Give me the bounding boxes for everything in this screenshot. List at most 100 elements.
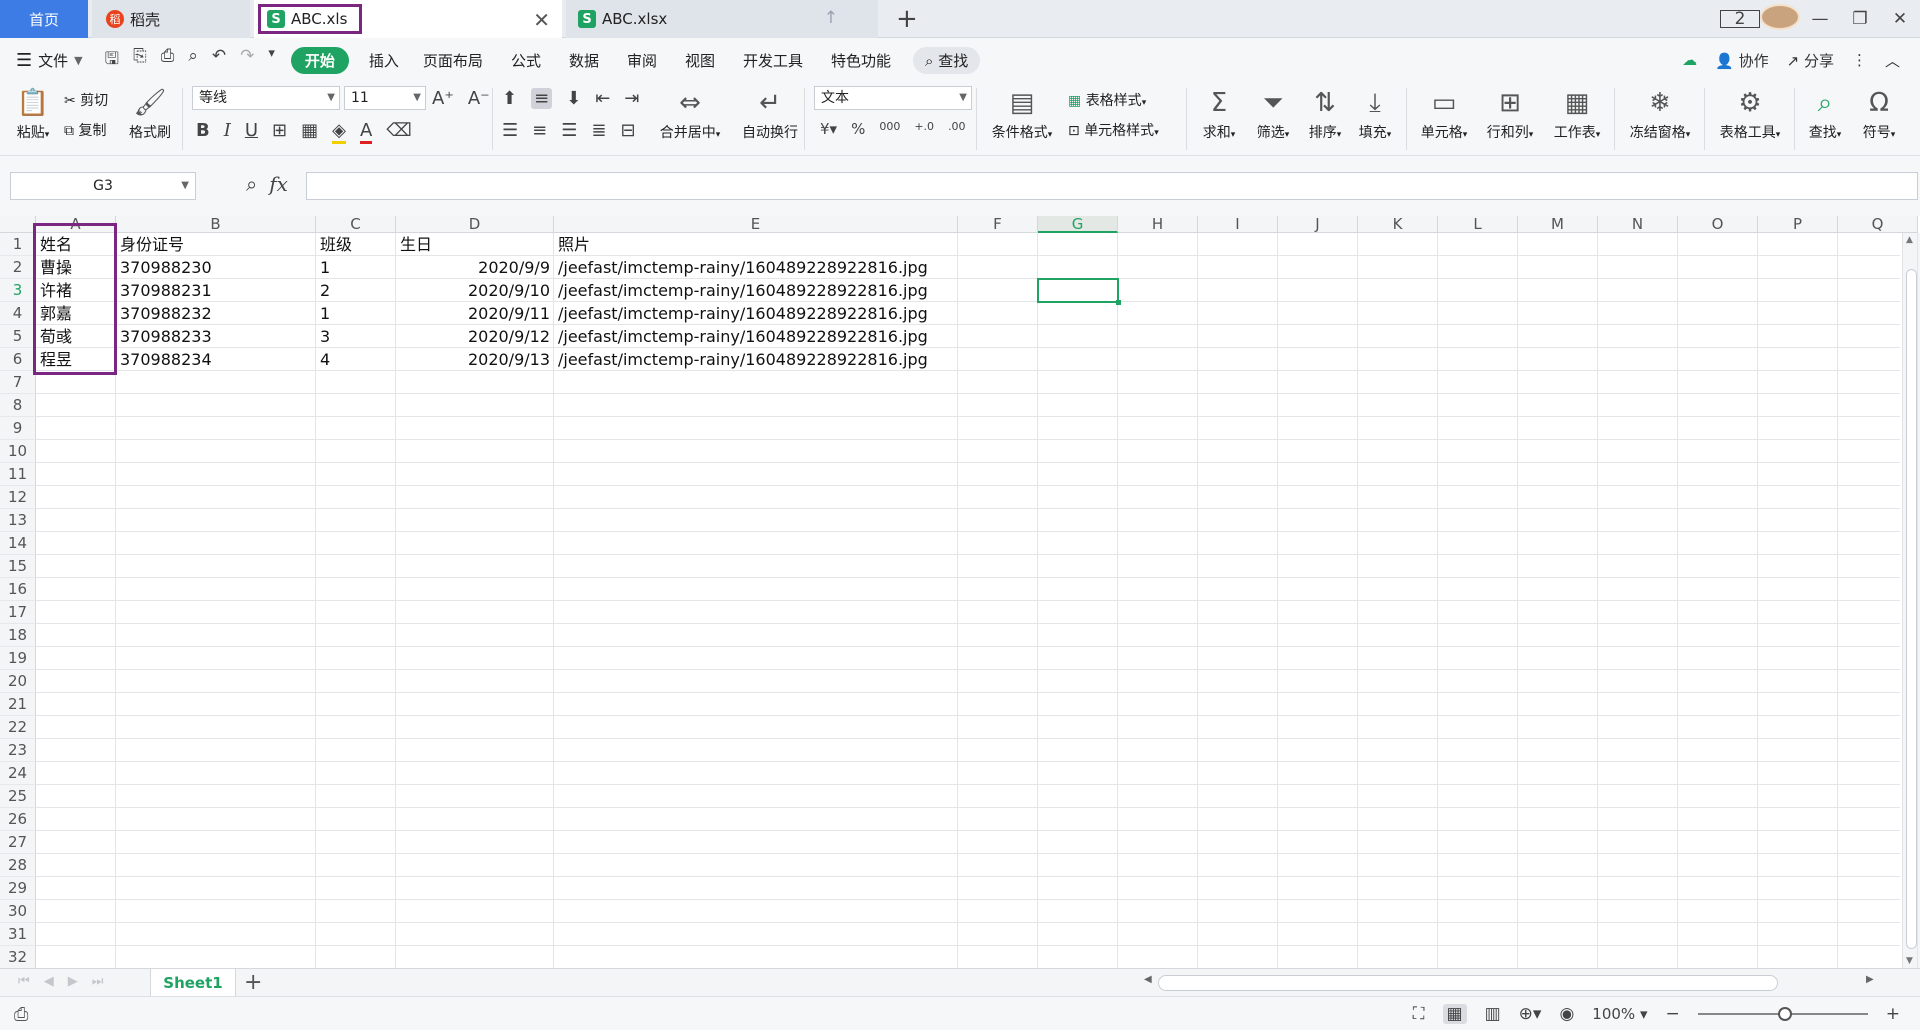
find-button[interactable]: ⌕ 查找▾ [1802,86,1848,142]
cell-c5[interactable]: 3 [316,325,396,348]
cell-c3[interactable]: 2 [316,279,396,302]
more-icon[interactable]: ⋮ [1852,51,1867,69]
fill-button[interactable]: ⤓ 填充▾ [1352,86,1398,142]
decrease-decimal-icon[interactable]: .00 [948,120,966,138]
row-header-30[interactable]: 30 [0,900,36,923]
tab-page-layout[interactable]: 页面布局 [409,50,497,71]
collapse-ribbon-icon[interactable]: ︿ [1885,50,1900,71]
cell-d4[interactable]: 2020/9/11 [396,302,554,325]
column-header-k[interactable]: K [1358,216,1438,233]
tab-special[interactable]: 特色功能 [817,50,905,71]
row-header-7[interactable]: 7 [0,371,36,394]
scroll-right-icon[interactable]: ▶ [1866,974,1874,985]
zoom-slider[interactable] [1697,1007,1868,1021]
cell-e5[interactable]: /jeefast/imctemp-rainy/160489228922816.j… [554,325,974,348]
row-header-28[interactable]: 28 [0,854,36,877]
print-preview-icon[interactable]: ⌕ [188,46,198,75]
row-header-25[interactable]: 25 [0,785,36,808]
avatar[interactable] [1760,3,1800,35]
sheet-tab-sheet1[interactable]: Sheet1 [150,969,236,997]
row-header-9[interactable]: 9 [0,417,36,440]
align-top-icon[interactable]: ⬆ [502,88,517,109]
row-header-5[interactable]: 5 [0,325,36,348]
row-header-3[interactable]: 3 [0,279,36,302]
row-header-21[interactable]: 21 [0,693,36,716]
worksheet-button[interactable]: ▦ 工作表▾ [1546,86,1608,142]
column-header-g[interactable]: G [1038,216,1118,233]
paste-button[interactable]: 📋 粘贴▾ [10,86,56,142]
cloud-sync-icon[interactable]: ☁ [1682,51,1697,69]
cell-style-button[interactable]: ⊡ 单元格样式▾ [1068,120,1159,140]
file-menu-button[interactable]: ☰ 文件 ▼ [0,50,93,71]
cell-b4[interactable]: 370988232 [116,302,316,325]
scroll-left-icon[interactable]: ◀ [1144,974,1152,985]
cell-e6[interactable]: /jeefast/imctemp-rainy/160489228922816.j… [554,348,974,371]
cell-border-style-icon[interactable]: ▦ [301,120,318,144]
horizontal-scrollbar[interactable] [1158,975,1778,991]
fullscreen-icon[interactable]: ⛶ [1413,1004,1425,1024]
tab-data[interactable]: 数据 [555,50,613,71]
copy-button[interactable]: ⧉ 复制 [64,120,106,140]
row-header-27[interactable]: 27 [0,831,36,854]
eye-protection-icon[interactable]: ◉ [1559,1004,1574,1024]
minimize-icon[interactable]: — [1800,9,1840,29]
percent-icon[interactable]: % [851,120,865,138]
row-header-26[interactable]: 26 [0,808,36,831]
page-break-view-icon[interactable]: ⊕▾ [1519,1004,1542,1024]
fx-icon[interactable]: fx [269,172,288,196]
select-all-corner[interactable] [0,216,36,233]
save-icon[interactable]: 🖫 [105,46,119,75]
zoom-out-icon[interactable]: − [1666,1004,1680,1024]
row-header-19[interactable]: 19 [0,647,36,670]
formula-input[interactable] [306,172,1918,200]
search-button[interactable]: ⌕ 查找 [913,46,981,74]
cell-d1[interactable]: 生日 [396,233,554,256]
tab-view[interactable]: 视图 [671,50,729,71]
row-header-11[interactable]: 11 [0,463,36,486]
cell-b1[interactable]: 身份证号 [116,233,316,256]
cell-b6[interactable]: 370988234 [116,348,316,371]
row-header-13[interactable]: 13 [0,509,36,532]
wrap-text-button[interactable]: ↵ 自动换行 [734,86,806,142]
row-header-1[interactable]: 1 [0,233,36,256]
redo-icon[interactable]: ↷ [240,46,254,75]
font-name-select[interactable]: 等线 ▼ [192,86,340,110]
font-size-select[interactable]: 11 ▼ [344,86,426,110]
tab-active-file[interactable]: S ABC.xls ✕ [254,0,634,38]
window-count-icon[interactable]: 2 [1720,9,1760,29]
row-header-8[interactable]: 8 [0,394,36,417]
collab-button[interactable]: 👤 协作 [1715,50,1768,71]
cell-d5[interactable]: 2020/9/12 [396,325,554,348]
tab-other-file[interactable]: S ABC.xlsx ↑ [566,0,878,38]
border-icon[interactable]: ⊞ [272,120,287,144]
cell-d6[interactable]: 2020/9/13 [396,348,554,371]
row-header-22[interactable]: 22 [0,716,36,739]
distribute-icon[interactable]: ⊟ [620,120,635,141]
print-icon[interactable]: ⎙ [161,46,175,75]
scroll-up-icon[interactable]: ▲ [1906,235,1913,245]
cell-b2[interactable]: 370988230 [116,256,316,279]
add-sheet-button[interactable]: + [244,969,262,997]
column-header-q[interactable]: Q [1838,216,1918,233]
column-header-j[interactable]: J [1278,216,1358,233]
export-icon[interactable]: ⎘ [133,46,147,75]
thousands-icon[interactable]: 000 [879,120,900,138]
cell-e1[interactable]: 照片 [554,233,974,256]
row-header-15[interactable]: 15 [0,555,36,578]
decrease-indent-icon[interactable]: ⇤ [595,88,610,109]
tab-review[interactable]: 审阅 [613,50,671,71]
active-cell-selection[interactable] [1037,278,1121,305]
column-header-c[interactable]: C [316,216,396,233]
close-tab-icon[interactable]: ✕ [533,8,550,32]
zoom-formula-icon[interactable]: ⌕ [246,172,257,196]
column-header-p[interactable]: P [1758,216,1838,233]
table-tools-button[interactable]: ⚙ 表格工具▾ [1712,86,1788,142]
row-header-10[interactable]: 10 [0,440,36,463]
column-header-l[interactable]: L [1438,216,1518,233]
cut-button[interactable]: ✂ 剪切 [64,90,108,110]
upload-arrow-icon[interactable]: ↑ [824,8,838,28]
clear-format-icon[interactable]: ⌫ [386,120,411,144]
table-style-button[interactable]: ▦ 表格样式▾ [1068,90,1146,110]
bold-icon[interactable]: B [196,120,210,144]
tab-insert[interactable]: 插入 [359,50,409,71]
